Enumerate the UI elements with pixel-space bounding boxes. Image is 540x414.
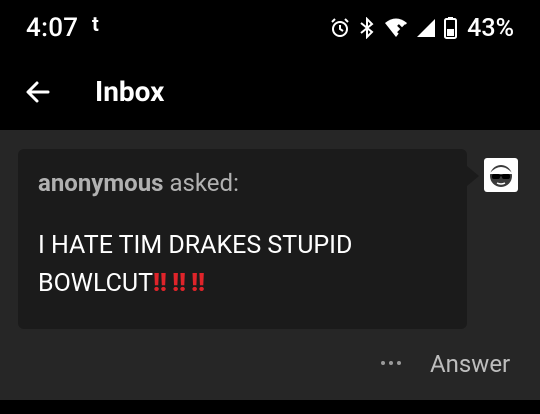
more-dot	[389, 361, 393, 365]
battery-icon	[444, 17, 458, 39]
status-bar: 4:07 t 43%	[0, 0, 540, 56]
question-line-1: I HATE TIM DRAKES STUPID	[38, 231, 353, 260]
ask-bubble: anonymous asked: I HATE TIM DRAKES STUPI…	[18, 149, 467, 329]
alarm-icon	[330, 18, 350, 38]
question-text: I HATE TIM DRAKES STUPID BOWLCUT‼ ‼ ‼	[38, 227, 448, 303]
double-exclamation-emoji: ‼	[153, 269, 167, 298]
more-options-button[interactable]	[376, 348, 406, 378]
inbox-item: anonymous asked: I HATE TIM DRAKES STUPI…	[0, 130, 540, 400]
battery-percentage: 43%	[467, 13, 514, 43]
wifi-icon	[384, 17, 408, 39]
more-dot	[397, 361, 401, 365]
arrow-left-icon	[26, 81, 50, 103]
double-exclamation-emoji: ‼	[191, 269, 205, 298]
bottom-divider	[0, 400, 540, 414]
asked-label: asked:	[169, 169, 239, 197]
double-exclamation-emoji: ‼	[172, 269, 186, 298]
status-time: 4:07	[26, 13, 79, 43]
answer-button[interactable]: Answer	[430, 350, 510, 378]
more-dots-icon	[381, 361, 385, 365]
asker-name[interactable]: anonymous	[38, 169, 163, 197]
page-title: Inbox	[95, 75, 165, 108]
bubble-tail	[467, 166, 479, 186]
question-line-2: BOWLCUT	[38, 269, 154, 298]
cell-signal-icon	[416, 18, 436, 38]
asker-line: anonymous asked:	[38, 169, 239, 197]
status-icons: 43%	[330, 13, 514, 43]
app-bar: Inbox	[0, 56, 540, 130]
back-button[interactable]	[20, 74, 56, 110]
sunglasses-face-icon	[490, 165, 512, 187]
bluetooth-icon	[358, 17, 376, 39]
tumblr-notification-icon: t	[92, 12, 99, 36]
anonymous-avatar[interactable]	[484, 158, 518, 192]
